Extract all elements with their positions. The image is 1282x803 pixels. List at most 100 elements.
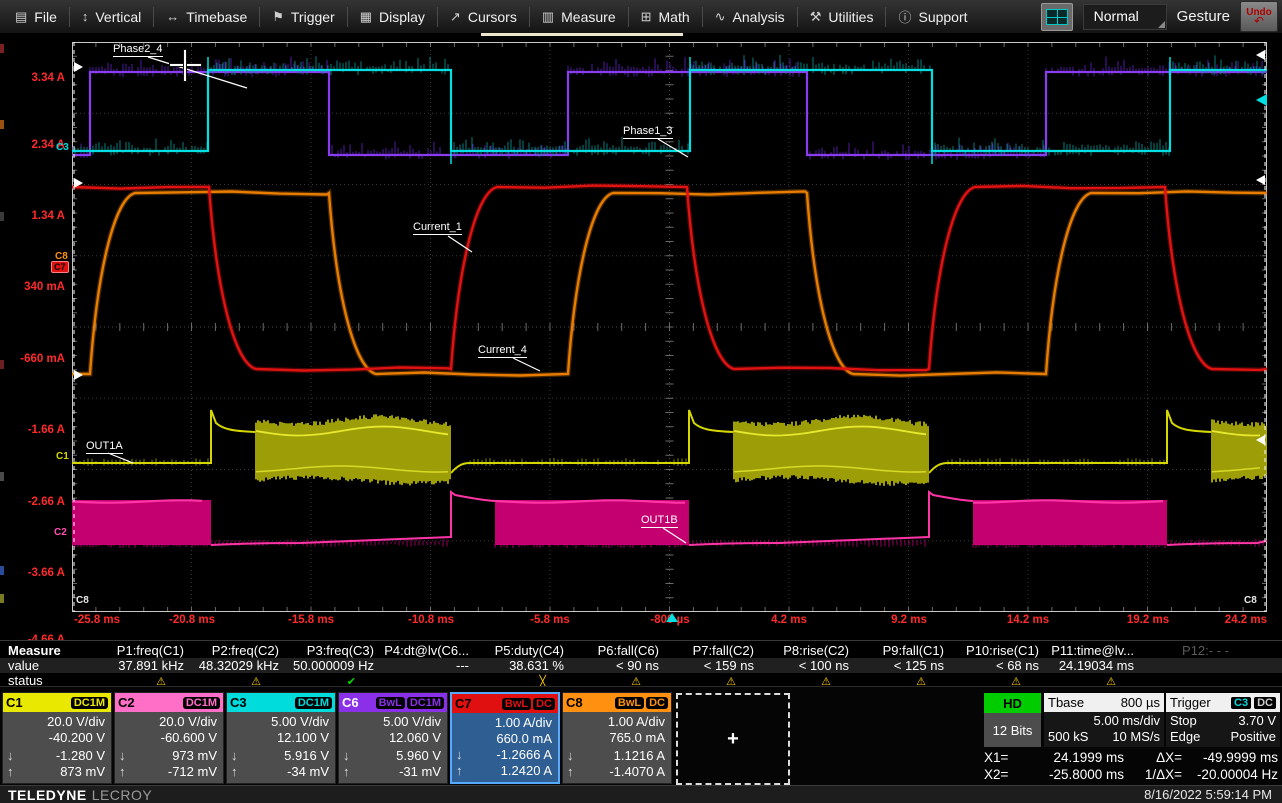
menu-separator [529,7,530,27]
trigger-mode-dropdown[interactable]: Normal [1083,4,1167,30]
channel-name: C7 [455,696,472,711]
channel-minmax: ↓-1.280 V↑873 mV [3,748,111,780]
support-icon: ⓘ [898,7,911,26]
x-axis-label: 9.2 ms [869,614,949,626]
measure-p1-labels[interactable]: P1:freq(C1) [95,643,190,658]
menu-separator [437,7,438,27]
grid-style-button[interactable] [1041,3,1073,31]
out1b-trace-band [973,500,1167,545]
trigger-position-marker[interactable] [666,613,678,622]
max-arrow-icon: ↑ [119,764,131,780]
channel-box-c1[interactable]: C1DC1M20.0 V/div-40.200 V↓-1.280 V↑873 m… [2,692,112,784]
channel-minmax: ↓1.1216 A↑-1.4070 A [563,748,671,780]
menubar-items: ▤File↕Vertical↔Timebase⚑Trigger▦Display↗… [0,0,979,33]
timebase-box[interactable]: Tbase 800 µs 5.00 ms/div 500 kS 10 MS/s [1044,693,1164,747]
measure-p6-labels[interactable]: P6:fall(C6) [570,643,665,658]
min-arrow-icon: ↓ [231,748,243,764]
measure-p7-labels[interactable]: P7:fall(C2) [665,643,760,658]
measure-p10-labels[interactable]: P10:rise(C1) [950,643,1045,658]
min-arrow-icon: ↓ [7,748,19,764]
volts-per-div: 1.00 A/div [454,715,552,731]
menu-separator [885,7,886,27]
x2-value: -25.8000 ms [1020,766,1124,783]
measure-p9-labels[interactable]: P9:fall(C1) [855,643,950,658]
menu-display[interactable]: ▦Display [349,9,436,25]
channel-box-c8[interactable]: C8BwLDC1.00 A/div765.0 mA↓1.1216 A↑-1.40… [562,692,672,784]
grid-corner-label: C8 [1244,595,1257,606]
measure-p3-labels[interactable]: P3:freq(C3) [285,643,380,658]
menu-utilities[interactable]: ⚒Utilities [799,9,885,25]
channel-marker-c2[interactable]: C2 [54,527,67,538]
x-axis-label: -20.8 ms [152,614,232,626]
measure-p2-labels[interactable]: P2:freq(C2) [190,643,285,658]
add-channel-box[interactable]: + [676,693,790,785]
channel-box-c7[interactable]: C7BwLDC1.00 A/div660.0 mA↓-1.2666 A↑1.24… [450,692,560,784]
measure-row-header: Measure [0,643,95,658]
trigger-icon: ⚑ [272,9,284,25]
channel-marker-c3[interactable]: C3 [56,142,69,153]
x-axis-label: 24.2 ms [1197,614,1267,626]
channel-marker-c7[interactable]: C7 [51,261,69,273]
channel-header: C8BwLDC [563,693,671,712]
channel-box-c2[interactable]: C2DC1M20.0 V/div-60.600 V↓973 mV↑-712 mV [114,692,224,784]
channel-offset: -60.600 V [117,730,217,746]
menu-timebase[interactable]: ↔Timebase [155,9,258,25]
measure-p4-vals: --- [380,658,475,673]
channel-min: 5.960 V [355,748,441,764]
measure-p2-vals: 48.32029 kHz [190,658,285,673]
coupling-badge: BwL [502,698,531,710]
channel-name: C3 [230,695,247,710]
tbase-delay: 800 µs [1121,695,1160,710]
measure-row-vals: value37.891 kHz48.32029 kHz50.000009 Hz-… [0,658,1282,673]
dx-label: ΔX= [1132,749,1182,766]
channel-settings: 5.00 V/div12.100 V [227,712,335,746]
trace-label-out1a: OUT1A [86,440,123,454]
measure-p1-vals: 37.891 kHz [95,658,190,673]
x-axis-label: -25.8 ms [74,614,120,626]
undo-button[interactable]: Undo ↶ [1240,1,1278,32]
measure-p5-vals: 38.631 % [475,658,570,673]
menu-vertical[interactable]: ↕Vertical [71,9,152,25]
trigger-coupling-badge: DC [1254,697,1276,709]
plus-icon: + [727,728,739,751]
gesture-button[interactable]: Gesture [1177,8,1230,25]
measure-p8-labels[interactable]: P8:rise(C2) [760,643,855,658]
edge-tick [0,472,4,481]
y-axis-label: 3.34 A [3,72,65,84]
channel-marker-c1[interactable]: C1 [56,451,69,462]
cursor-marker [1256,175,1265,185]
menu-analysis[interactable]: ∿Analysis [704,9,796,25]
menubar: ▤File↕Vertical↔Timebase⚑Trigger▦Display↗… [0,0,1282,34]
measure-p5-labels[interactable]: P5:duty(C4) [475,643,570,658]
trigger-state: Stop [1170,713,1197,729]
menu-measure[interactable]: ▥Measure [531,9,627,25]
channel-box-c3[interactable]: C3DC1M5.00 V/div12.100 V↓5.916 V↑-34 mV [226,692,336,784]
trace-label-out1b: OUT1B [641,514,678,528]
channel-name: C8 [566,695,583,710]
channel-settings: 1.00 A/div660.0 mA [452,713,558,747]
menu-support[interactable]: ⓘSupport [887,7,978,26]
trigger-box[interactable]: Trigger C3 DC Stop 3.70 V Edge Positive [1166,693,1280,747]
menu-cursors[interactable]: ↗Cursors [439,9,528,25]
volts-per-div: 5.00 V/div [341,714,441,730]
channel-minmax: ↓5.960 V↑-31 mV [339,748,447,780]
menu-math[interactable]: ⊞Math [630,9,701,25]
measure-p12-labels[interactable]: P12:- - - [1140,643,1235,658]
trigger-slope: Positive [1230,729,1276,745]
max-arrow-icon: ↑ [7,764,19,780]
dock: C1DC1M20.0 V/div-40.200 V↓-1.280 V↑873 m… [0,686,1282,786]
measure-p11-labels[interactable]: P11:time@lv... [1045,643,1140,658]
edge-tick [0,44,4,53]
out1a-trace [72,410,1212,473]
menu-file[interactable]: ▤File [4,9,68,25]
measure-p4-labels[interactable]: P4:dt@lv(C6... [380,643,475,658]
menu-trigger[interactable]: ⚑Trigger [261,9,345,25]
channel-offset: 12.100 V [229,730,329,746]
channel-header: C2DC1M [115,693,223,712]
hd-resolution-box[interactable]: HD 12 Bits [984,693,1041,747]
min-arrow-icon: ↓ [119,748,131,764]
channel-max: -31 mV [355,764,441,780]
channel-settings: 1.00 A/div765.0 mA [563,712,671,746]
out1b-trace-band [72,500,211,545]
channel-box-c6[interactable]: C6BwLDC1M5.00 V/div12.060 V↓5.960 V↑-31 … [338,692,448,784]
